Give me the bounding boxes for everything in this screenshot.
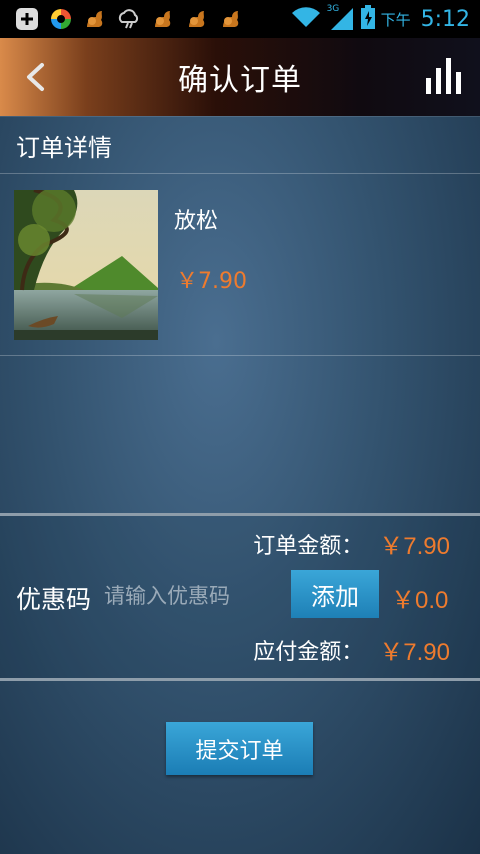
page-title: 确认订单 (178, 63, 302, 98)
stats-button[interactable] (424, 54, 464, 98)
item-name: 放松 (174, 209, 219, 234)
add-icon (14, 6, 40, 32)
signal-icon: 3G (326, 4, 355, 32)
colorful-app-icon (48, 6, 74, 32)
squirrel-icon (150, 6, 176, 32)
system-status: 3G 下午 5:12 (291, 4, 480, 33)
title-bar: 确认订单 (0, 38, 480, 116)
back-button[interactable] (18, 60, 52, 94)
weather-icon (116, 6, 142, 32)
network-type: 3G (326, 4, 340, 14)
payable-amount-row: 应付金额： ￥7.90 (253, 632, 450, 667)
coupon-input[interactable] (104, 578, 284, 614)
submit-order-button[interactable]: 提交订单 (166, 722, 313, 775)
coupon-label: 优惠码 (16, 585, 92, 614)
payable-amount-value: ￥7.90 (379, 639, 450, 666)
discount-value: ￥0.0 (391, 587, 449, 614)
item-thumbnail (14, 190, 158, 340)
notification-icons (0, 6, 244, 32)
wifi-icon (291, 5, 321, 33)
item-price: ￥7.90 (176, 269, 247, 294)
order-item[interactable]: 放松 ￥7.90 (0, 175, 480, 356)
clock: 5:12 (420, 6, 470, 32)
status-bar: 3G 下午 5:12 (0, 0, 480, 38)
chevron-left-icon (27, 63, 44, 91)
order-amount-label: 订单金额： (253, 533, 364, 559)
section-title-order-details: 订单详情 (0, 116, 480, 174)
ampm-label: 下午 (380, 10, 411, 29)
order-amount-row: 订单金额： ￥7.90 (253, 526, 450, 561)
payable-amount-label: 应付金额： (253, 639, 364, 665)
add-coupon-button[interactable]: 添加 (291, 570, 379, 618)
squirrel-icon (82, 6, 108, 32)
order-summary: 订单金额： ￥7.90 优惠码 添加 ￥0.0 应付金额： ￥7.90 (0, 513, 480, 681)
squirrel-icon (218, 6, 244, 32)
squirrel-icon (184, 6, 210, 32)
bar-chart-icon (426, 58, 461, 94)
order-amount-value: ￥7.90 (379, 533, 450, 560)
battery-icon (360, 5, 375, 33)
